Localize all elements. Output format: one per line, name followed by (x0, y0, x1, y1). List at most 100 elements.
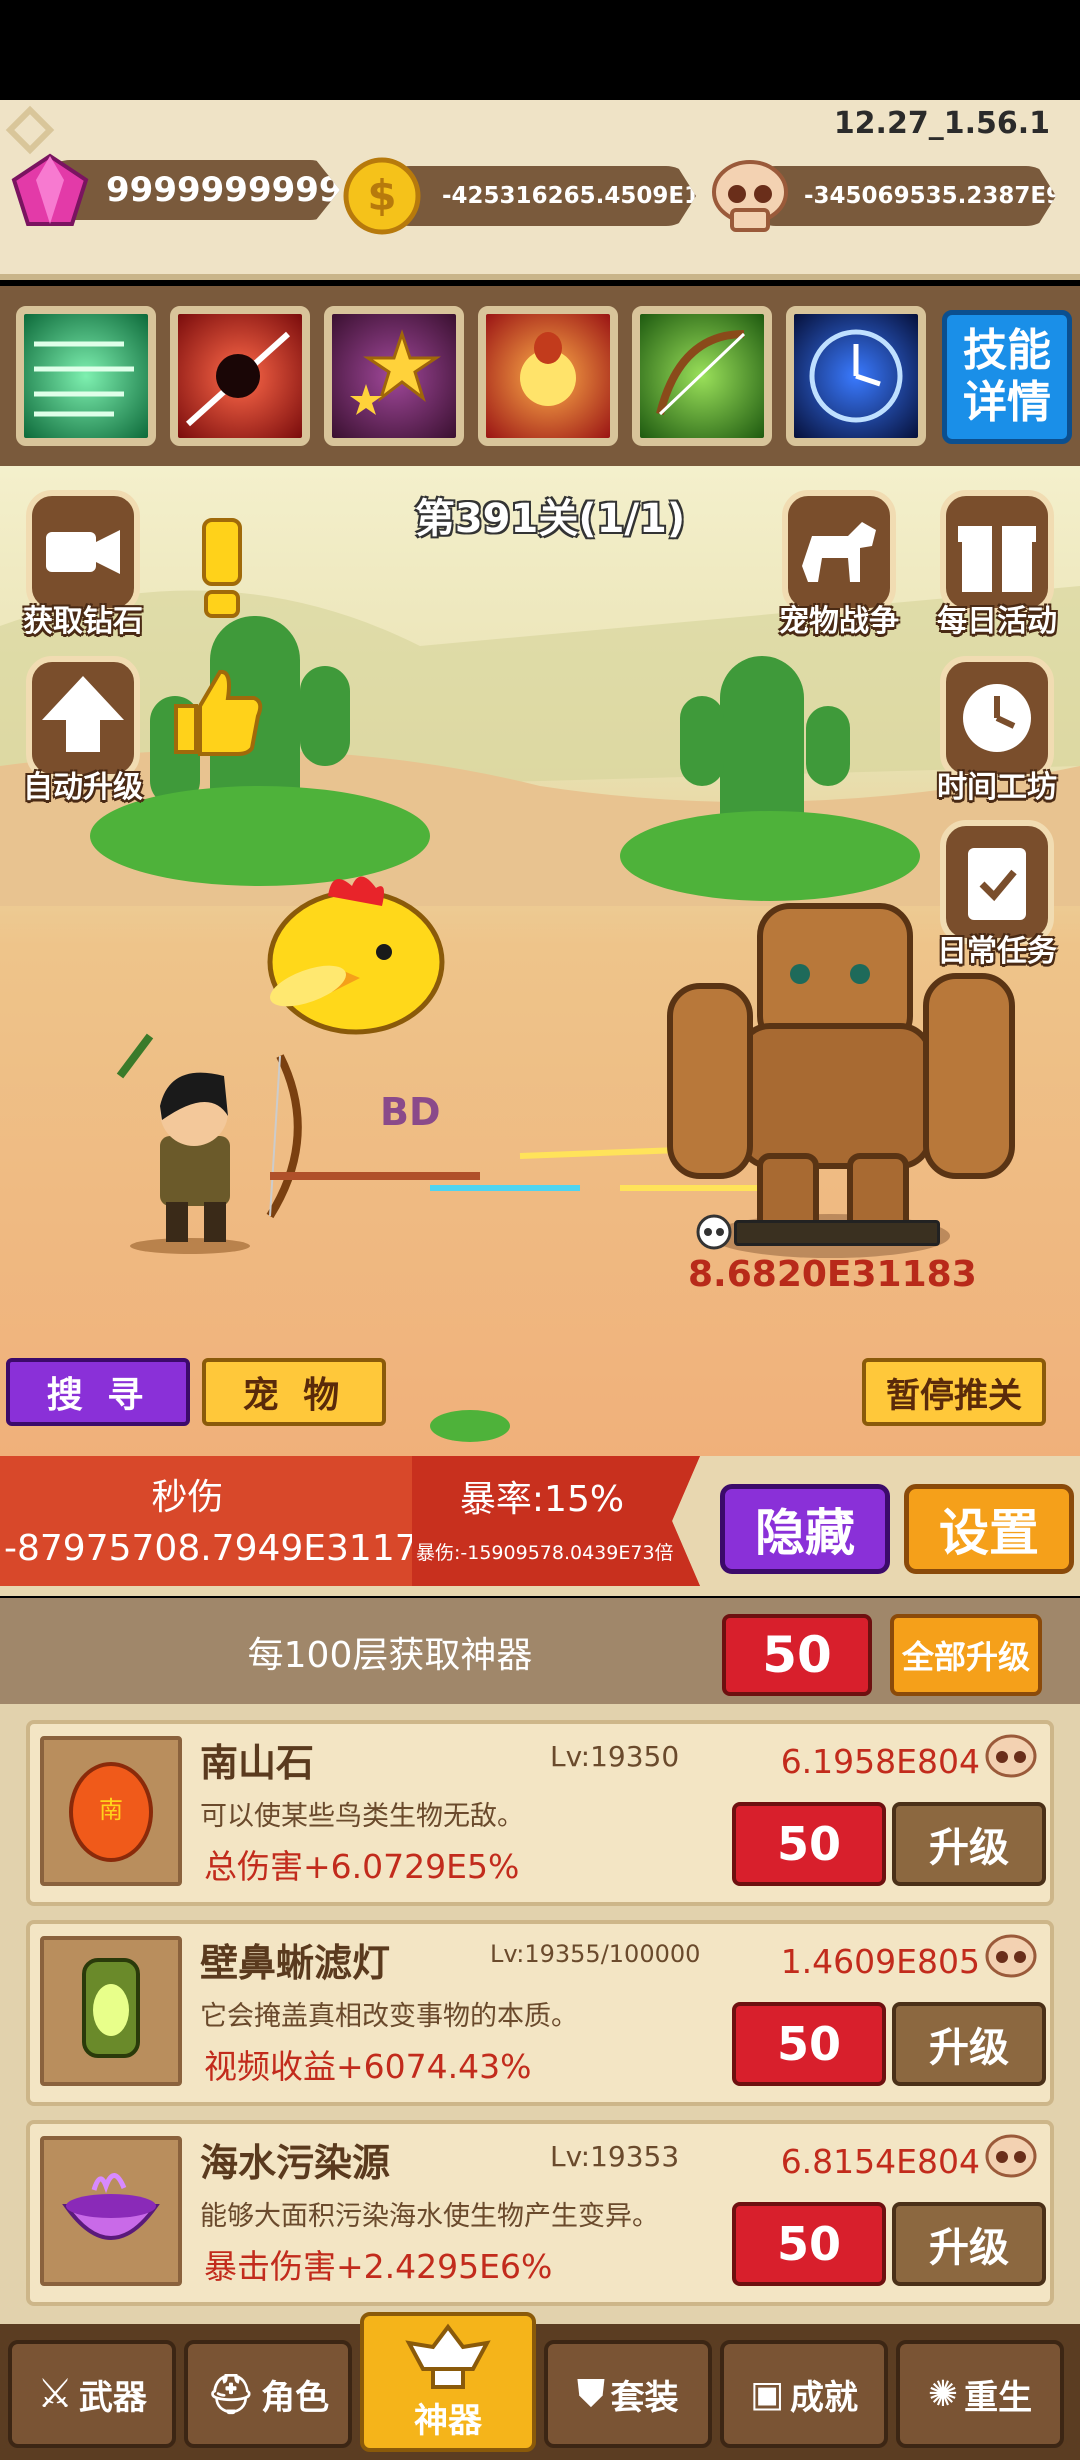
status-bar (0, 0, 1080, 100)
skull-icon (712, 160, 788, 232)
tab-weapons[interactable]: ⚔ 武器 (8, 2340, 176, 2448)
artifact-level: Lv:19353 (550, 2140, 680, 2173)
tab-rebirth-label: 重生 (964, 2377, 1033, 2418)
multiplier-50-button[interactable]: 50 (732, 2202, 886, 2286)
skull-cost-icon (985, 2134, 1037, 2178)
enemy-hp-bar (734, 1220, 940, 1246)
skill-details-line2: 详情 (963, 377, 1051, 428)
polluted-bowl-icon (62, 2173, 160, 2240)
skull-count: -345069535.2387E96 (804, 183, 1079, 209)
multiplier-50-button[interactable]: 50 (732, 2002, 886, 2086)
get-diamond-button[interactable]: 获取钻石 (18, 490, 148, 640)
multiplier-50-button[interactable]: 50 (732, 1802, 886, 1886)
artifact-cost: 6.8154E804 (780, 2142, 980, 2181)
search-button[interactable]: 搜 寻 (6, 1358, 190, 1426)
stats-bar: 秒伤 -87975708.7949E31176 暴率:15% 暴伤:-15909… (0, 1456, 1080, 1596)
rock-golem-enemy (667, 903, 1015, 1258)
coin-counter: -425316265.4509E134 (380, 166, 696, 226)
skull-cost-icon (985, 1934, 1037, 1978)
time-workshop-label: 时间工坊 (937, 770, 1057, 805)
svg-text:$: $ (367, 171, 396, 220)
tab-rebirth[interactable]: ✺ 重生 (896, 2340, 1064, 2448)
battle-scene: 第391关(1/1) 获取钻石 自动升级 宠物战争 每日活动 时间工坊 日常任务 (0, 466, 1080, 1466)
crossed-swords-icon: ⚔ (37, 2371, 73, 2417)
tab-achievement[interactable]: ▣ 成就 (720, 2340, 888, 2448)
auto-upgrade-button[interactable]: 自动升级 (18, 656, 148, 806)
resource-bar: 12.27_1.56.1 9999999999 -425316265.4509E… (0, 100, 1080, 280)
upgrade-button[interactable]: 升级 (892, 2002, 1046, 2086)
skill-details-line1: 技能 (963, 325, 1051, 376)
artifact-card: 南 南山石 Lv:19350 6.1958E804 可以使某些鸟类生物无敌。 总… (26, 1720, 1054, 1906)
artifact-desc: 它会掩盖真相改变事物的本质。 (200, 2001, 578, 2032)
coin-count: -425316265.4509E134 (442, 183, 733, 209)
lamp-icon (82, 1958, 140, 2058)
pause-push-button[interactable]: 暂停推关 (862, 1358, 1046, 1426)
tab-character[interactable]: ⛑ 角色 (184, 2340, 352, 2448)
daily-event-button[interactable]: 每日活动 (932, 490, 1062, 640)
artifact-bonus: 暴击伤害+2.4295E6% (204, 2247, 553, 2286)
artifact-name: 壁鼻蜥滤灯 (200, 1941, 391, 1985)
skill-clock-icon[interactable] (786, 306, 926, 446)
artifact-icon-box: 南 (40, 1736, 182, 1886)
upgrade-arrow-icon (42, 676, 124, 752)
artifact-icon (405, 2323, 491, 2389)
helmet-icon: ⛑ (206, 2371, 256, 2416)
exclamation-icon (202, 518, 242, 618)
tab-character-label: 角色 (261, 2377, 330, 2418)
artifact-list: 南 南山石 Lv:19350 6.1958E804 可以使某些鸟类生物无敌。 总… (0, 1704, 1080, 2324)
gem-icon (11, 153, 89, 226)
artifact-level: Lv:19355/100000 (490, 1940, 701, 1968)
arrow-effect-text: BD (380, 1090, 441, 1134)
game-screen: { "version": "12.27_1.56.1", "resources"… (0, 0, 1080, 2460)
coin-icon: $ (343, 157, 421, 235)
artifact-icon-box (40, 2136, 182, 2286)
artifact-name: 南山石 (200, 1741, 315, 1785)
artifact-icon-box (40, 1936, 182, 2086)
artifact-bonus: 总伤害+6.0729E5% (204, 1847, 520, 1886)
skull-counter: -345069535.2387E96 (746, 166, 1056, 226)
dps-panel: 秒伤 -87975708.7949E31176 暴率:15% 暴伤:-15909… (0, 1456, 700, 1586)
upgrade-button[interactable]: 升级 (892, 2202, 1046, 2286)
settings-button[interactable]: 设置 (904, 1484, 1074, 1574)
skill-arrow-rain-icon[interactable] (16, 306, 156, 446)
hide-button[interactable]: 隐藏 (720, 1484, 890, 1574)
artifact-header: 每100层获取神器 50 全部升级 (0, 1598, 1080, 1704)
gift-icon (958, 526, 1036, 592)
dog-icon (802, 522, 876, 582)
artifact-desc: 能够大面积污染海水使生物产生变异。 (200, 2201, 659, 2232)
pet-war-label: 宠物战争 (779, 604, 899, 639)
clock-icon (963, 684, 1031, 752)
enemy-hp-value: 8.6820E31183 (688, 1254, 977, 1295)
artifact-name: 海水污染源 (200, 2141, 391, 2185)
skill-details-button[interactable]: 技能 详情 (942, 310, 1072, 444)
skill-power-icon[interactable] (478, 306, 618, 446)
skill-slash-icon[interactable] (170, 306, 310, 446)
time-workshop-button[interactable]: 时间工坊 (932, 656, 1062, 806)
pet-war-button[interactable]: 宠物战争 (774, 490, 904, 640)
armor-icon: ⛊ (577, 2373, 605, 2414)
thumbs-up-icon (174, 669, 263, 756)
artifact-bonus: 视频收益+6074.43% (204, 2047, 532, 2086)
bottom-nav: ⚔ 武器 ⛑ 角色 神器 ⛊ 套装 ▣ 成就 ✺ 重生 (0, 2312, 1080, 2460)
dps-label: 秒伤 (151, 1477, 224, 1518)
upgrade-button[interactable]: 升级 (892, 1802, 1046, 1886)
artifact-card: 壁鼻蜥滤灯 Lv:19355/100000 1.4609E805 它会掩盖真相改… (26, 1920, 1054, 2106)
upgrade-all-button[interactable]: 全部升级 (890, 1614, 1042, 1696)
video-camera-icon (46, 530, 120, 574)
enemy-skull-icon (696, 1214, 732, 1250)
artifact-cost: 1.4609E805 (780, 1942, 980, 1981)
multiplier-button[interactable]: 50 (722, 1614, 872, 1696)
pet-button[interactable]: 宠 物 (202, 1358, 386, 1426)
skull-cost-icon (985, 1734, 1037, 1778)
skill-stars-icon[interactable] (324, 306, 464, 446)
rebirth-icon: ✺ (927, 2373, 959, 2415)
skill-bow-icon[interactable] (632, 306, 772, 446)
dps-value: -87975708.7949E31176 (4, 1528, 441, 1569)
auto-upgrade-label: 自动升级 (23, 770, 143, 805)
tab-weapons-label: 武器 (78, 2377, 147, 2418)
gem-count: 9999999999 (106, 170, 343, 210)
tab-artifact[interactable]: 神器 (360, 2312, 536, 2452)
stage-label: 第391关(1/1) (414, 496, 686, 542)
tab-set[interactable]: ⛊ 套装 (544, 2340, 712, 2448)
daily-event-label: 每日活动 (937, 604, 1057, 639)
